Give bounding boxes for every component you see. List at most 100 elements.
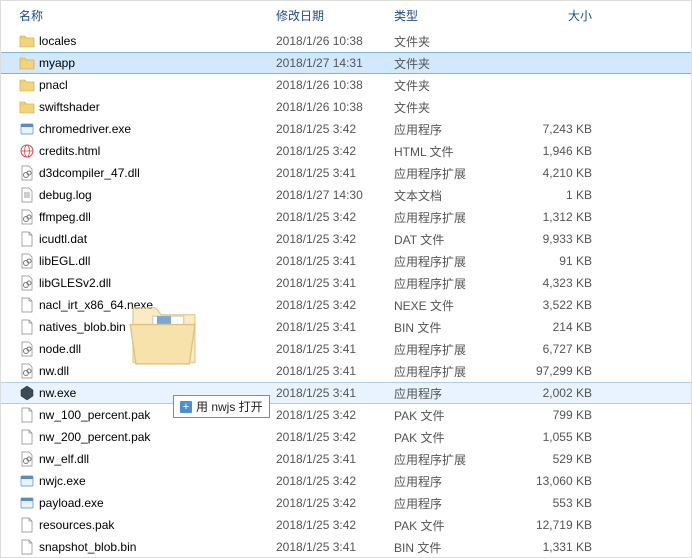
file-row[interactable]: swiftshader2018/1/26 10:38文件夹 — [1, 96, 691, 118]
file-type: 应用程序扩展 — [394, 209, 512, 226]
file-name-cell[interactable]: nw.dll — [19, 363, 276, 379]
header-type[interactable]: 类型 — [394, 7, 512, 24]
file-name-cell[interactable]: nwjc.exe — [19, 473, 276, 489]
file-row[interactable]: payload.exe2018/1/25 3:42应用程序553 KB — [1, 492, 691, 514]
file-name: swiftshader — [39, 100, 100, 114]
file-name-cell[interactable]: chromedriver.exe — [19, 121, 276, 137]
file-name: debug.log — [39, 188, 92, 202]
file-date: 2018/1/25 3:41 — [276, 452, 394, 466]
column-headers: 名称 修改日期 类型 大小 — [1, 1, 691, 30]
file-row[interactable]: chromedriver.exe2018/1/25 3:42应用程序7,243 … — [1, 118, 691, 140]
file-name: pnacl — [39, 78, 68, 92]
file-size: 4,210 KB — [512, 166, 602, 180]
file-date: 2018/1/25 3:42 — [276, 122, 394, 136]
file-name-cell[interactable]: myapp — [19, 55, 276, 71]
file-name: payload.exe — [39, 496, 104, 510]
file-row[interactable]: nw.dll2018/1/25 3:41应用程序扩展97,299 KB — [1, 360, 691, 382]
file-row[interactable]: pnacl2018/1/26 10:38文件夹 — [1, 74, 691, 96]
file-date: 2018/1/25 3:42 — [276, 474, 394, 488]
file-row[interactable]: icudtl.dat2018/1/25 3:42DAT 文件9,933 KB — [1, 228, 691, 250]
file-row[interactable]: locales2018/1/26 10:38文件夹 — [1, 30, 691, 52]
file-name-cell[interactable]: d3dcompiler_47.dll — [19, 165, 276, 181]
header-size[interactable]: 大小 — [512, 7, 602, 24]
file-type: 文件夹 — [394, 55, 512, 72]
file-type: 应用程序 — [394, 495, 512, 512]
file-date: 2018/1/26 10:38 — [276, 100, 394, 114]
file-type: 应用程序扩展 — [394, 275, 512, 292]
file-type: 应用程序扩展 — [394, 451, 512, 468]
file-name-cell[interactable]: resources.pak — [19, 517, 276, 533]
file-type: NEXE 文件 — [394, 297, 512, 314]
file-row[interactable]: nw_100_percent.pak2018/1/25 3:42PAK 文件79… — [1, 404, 691, 426]
file-row[interactable]: natives_blob.bin2018/1/25 3:41BIN 文件214 … — [1, 316, 691, 338]
file-row[interactable]: libEGL.dll2018/1/25 3:41应用程序扩展91 KB — [1, 250, 691, 272]
folder-icon — [19, 77, 35, 93]
file-row[interactable]: nw.exe2018/1/25 3:41应用程序2,002 KB — [1, 382, 691, 404]
folder-icon — [19, 33, 35, 49]
file-date: 2018/1/25 3:42 — [276, 210, 394, 224]
file-name-cell[interactable]: libEGL.dll — [19, 253, 276, 269]
plus-icon: + — [180, 401, 192, 413]
file-name: nw.exe — [39, 386, 76, 400]
file-date: 2018/1/26 10:38 — [276, 34, 394, 48]
file-date: 2018/1/25 3:41 — [276, 166, 394, 180]
file-type: PAK 文件 — [394, 407, 512, 424]
file-name-cell[interactable]: icudtl.dat — [19, 231, 276, 247]
file-date: 2018/1/25 3:41 — [276, 386, 394, 400]
file-size: 91 KB — [512, 254, 602, 268]
file-size: 1,331 KB — [512, 540, 602, 554]
file-date: 2018/1/26 10:38 — [276, 78, 394, 92]
file-name: nacl_irt_x86_64.nexe — [39, 298, 153, 312]
file-row[interactable]: myapp2018/1/27 14:31文件夹 — [1, 52, 691, 74]
exe-icon — [19, 121, 35, 137]
file-name-cell[interactable]: swiftshader — [19, 99, 276, 115]
file-name-cell[interactable]: payload.exe — [19, 495, 276, 511]
file-row[interactable]: ffmpeg.dll2018/1/25 3:42应用程序扩展1,312 KB — [1, 206, 691, 228]
header-name[interactable]: 名称 — [19, 7, 276, 24]
file-name-cell[interactable]: snapshot_blob.bin — [19, 539, 276, 555]
file-date: 2018/1/25 3:42 — [276, 430, 394, 444]
exe-icon — [19, 473, 35, 489]
file-row[interactable]: nw_elf.dll2018/1/25 3:41应用程序扩展529 KB — [1, 448, 691, 470]
file-name-cell[interactable]: credits.html — [19, 143, 276, 159]
file-name: nw.dll — [39, 364, 69, 378]
file-name: chromedriver.exe — [39, 122, 131, 136]
file-row[interactable]: nwjc.exe2018/1/25 3:42应用程序13,060 KB — [1, 470, 691, 492]
file-name-cell[interactable]: nacl_irt_x86_64.nexe — [19, 297, 276, 313]
file-name: nw_elf.dll — [39, 452, 89, 466]
file-name-cell[interactable]: pnacl — [19, 77, 276, 93]
file-name-cell[interactable]: natives_blob.bin — [19, 319, 276, 335]
file-date: 2018/1/25 3:42 — [276, 496, 394, 510]
file-name: d3dcompiler_47.dll — [39, 166, 140, 180]
file-name-cell[interactable]: locales — [19, 33, 276, 49]
file-name-cell[interactable]: node.dll — [19, 341, 276, 357]
file-date: 2018/1/25 3:41 — [276, 540, 394, 554]
file-row[interactable]: nw_200_percent.pak2018/1/25 3:42PAK 文件1,… — [1, 426, 691, 448]
file-icon — [19, 539, 35, 555]
file-type: 应用程序扩展 — [394, 253, 512, 270]
file-name-cell[interactable]: ffmpeg.dll — [19, 209, 276, 225]
header-date[interactable]: 修改日期 — [276, 7, 394, 24]
file-row[interactable]: nacl_irt_x86_64.nexe2018/1/25 3:42NEXE 文… — [1, 294, 691, 316]
file-row[interactable]: snapshot_blob.bin2018/1/25 3:41BIN 文件1,3… — [1, 536, 691, 558]
file-row[interactable]: debug.log2018/1/27 14:30文本文档1 KB — [1, 184, 691, 206]
file-row[interactable]: libGLESv2.dll2018/1/25 3:41应用程序扩展4,323 K… — [1, 272, 691, 294]
file-name-cell[interactable]: nw_200_percent.pak — [19, 429, 276, 445]
file-date: 2018/1/25 3:41 — [276, 320, 394, 334]
file-name-cell[interactable]: debug.log — [19, 187, 276, 203]
file-row[interactable]: d3dcompiler_47.dll2018/1/25 3:41应用程序扩展4,… — [1, 162, 691, 184]
dll-icon — [19, 209, 35, 225]
file-row[interactable]: node.dll2018/1/25 3:41应用程序扩展6,727 KB — [1, 338, 691, 360]
file-name-cell[interactable]: nw_elf.dll — [19, 451, 276, 467]
file-row[interactable]: resources.pak2018/1/25 3:42PAK 文件12,719 … — [1, 514, 691, 536]
file-date: 2018/1/25 3:42 — [276, 144, 394, 158]
file-icon — [19, 407, 35, 423]
file-date: 2018/1/27 14:30 — [276, 188, 394, 202]
file-icon — [19, 429, 35, 445]
dll-icon — [19, 275, 35, 291]
file-row[interactable]: credits.html2018/1/25 3:42HTML 文件1,946 K… — [1, 140, 691, 162]
file-name: natives_blob.bin — [39, 320, 126, 334]
file-name-cell[interactable]: libGLESv2.dll — [19, 275, 276, 291]
dll-icon — [19, 253, 35, 269]
file-date: 2018/1/25 3:41 — [276, 364, 394, 378]
